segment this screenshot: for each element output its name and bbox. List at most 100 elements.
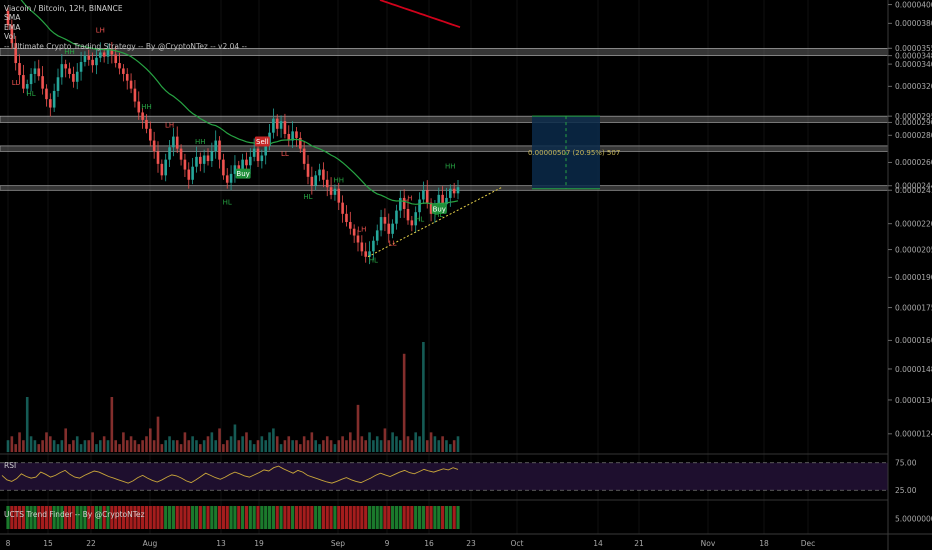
volume-bar [441, 436, 444, 452]
ucts-bar [187, 506, 191, 529]
volume-bar [199, 444, 202, 452]
candle-body [256, 148, 260, 162]
candle-body [387, 223, 391, 234]
ucts-bar [371, 506, 375, 529]
volume-bar [133, 440, 137, 452]
candle-body [114, 54, 117, 64]
candle-body [199, 156, 202, 164]
candle-body [456, 187, 460, 194]
rsi-label[interactable]: RSI [4, 461, 16, 470]
ucts-bar [394, 506, 399, 529]
volume-bar [37, 444, 41, 452]
ucts-label[interactable]: UCTS Trend Finder -- By @CryptoNTez [4, 510, 145, 519]
ema-legend[interactable]: EMA [4, 23, 247, 32]
swing-label: HH [445, 163, 456, 171]
swing-label: HL [415, 216, 424, 224]
ucts-bar [367, 506, 372, 529]
x-tick-label: 18 [759, 539, 769, 548]
candle-body [99, 52, 102, 58]
candle-body [379, 217, 383, 231]
candle-body [64, 64, 67, 69]
volume-bar [202, 440, 206, 452]
ucts-bar [456, 506, 460, 529]
volume-bar [137, 444, 141, 452]
candle-body [352, 228, 356, 236]
volume-bar [214, 440, 217, 452]
volume-legend[interactable]: Vol [4, 32, 247, 41]
candle-body [125, 73, 129, 81]
x-tick-label: 13 [216, 539, 226, 548]
volume-bar [152, 440, 156, 452]
ucts-bar [183, 506, 187, 529]
volume-bar [306, 440, 310, 452]
candle-body [318, 169, 321, 176]
volume-bar [414, 432, 417, 452]
candle-body [356, 235, 360, 243]
ucts-bar [233, 506, 237, 529]
ucts-bar [198, 506, 202, 529]
candle-body [333, 188, 337, 195]
volume-bar [149, 428, 152, 452]
candle-body [141, 112, 144, 120]
volume-bar [437, 440, 441, 452]
ucts-bar [287, 506, 291, 529]
swing-label: HH [195, 138, 206, 146]
ucts-bar [402, 506, 406, 529]
ucts-bar [171, 506, 175, 529]
candle-body [345, 213, 348, 223]
volume-bar [245, 432, 248, 452]
volume-bar [283, 440, 287, 452]
x-tick-label: Oct [511, 539, 524, 548]
ucts-bar [375, 506, 379, 529]
volume-bar [68, 444, 71, 452]
ucts-bar [214, 506, 218, 529]
x-tick-label: 15 [43, 539, 53, 548]
ucts-bar [164, 506, 168, 529]
y-tick-label: 0.00002800 [895, 131, 932, 140]
volume-bar [110, 397, 114, 452]
candle-body [41, 76, 44, 89]
ucts-bar [425, 506, 429, 529]
volume-bar [364, 440, 367, 452]
candle-body [337, 188, 341, 203]
volume-bar [383, 428, 387, 452]
strategy-legend[interactable]: -- Ultimate Crypto Trading Strategy -- B… [4, 42, 247, 51]
volume-bar [356, 404, 360, 452]
ucts-bar [314, 506, 318, 529]
ucts-bar [202, 506, 206, 529]
candle-body [202, 155, 206, 164]
swing-label: LL [281, 150, 289, 158]
x-tick-label: 21 [634, 539, 644, 548]
volume-bar [210, 432, 214, 452]
ucts-bar [406, 506, 410, 529]
candle-body [399, 197, 402, 211]
candle-body [206, 155, 210, 162]
sma-legend[interactable]: SMA [4, 13, 247, 22]
ucts-level-label: 5.00000000 [895, 514, 932, 523]
volume-bar [79, 444, 83, 452]
volume-bar [272, 428, 275, 452]
volume-bar [72, 440, 75, 452]
volume-bar [337, 440, 341, 452]
price-chart[interactable]: SellBuyBuyLLHLHHLHHHLHHHHLLLHLHHLHHLLLLH… [0, 0, 932, 550]
y-tick-label: 0.00003200 [895, 82, 932, 91]
volume-bar [452, 440, 456, 452]
candle-body [406, 208, 410, 221]
volume-bar [329, 440, 333, 452]
ucts-bar [237, 506, 241, 529]
volume-bar [379, 440, 383, 452]
volume-bar [256, 440, 260, 452]
volume-bar [229, 436, 233, 452]
swing-label: LL [12, 79, 20, 87]
volume-bar [156, 416, 160, 452]
ucts-bar [321, 506, 325, 529]
ucts-bar [364, 506, 368, 529]
candle-body [360, 242, 364, 252]
y-tick-label: 0.00004000 [895, 0, 932, 9]
candle-body [306, 163, 310, 177]
measure-label: 0.00000507 (20.95%) 507 [528, 149, 621, 157]
y-tick-label: 0.00001480 [895, 365, 932, 374]
candle-body [22, 75, 25, 89]
volume-bar [268, 432, 271, 452]
symbol-title[interactable]: Viacoin / Bitcoin, 12H, BINANCE [4, 4, 247, 13]
